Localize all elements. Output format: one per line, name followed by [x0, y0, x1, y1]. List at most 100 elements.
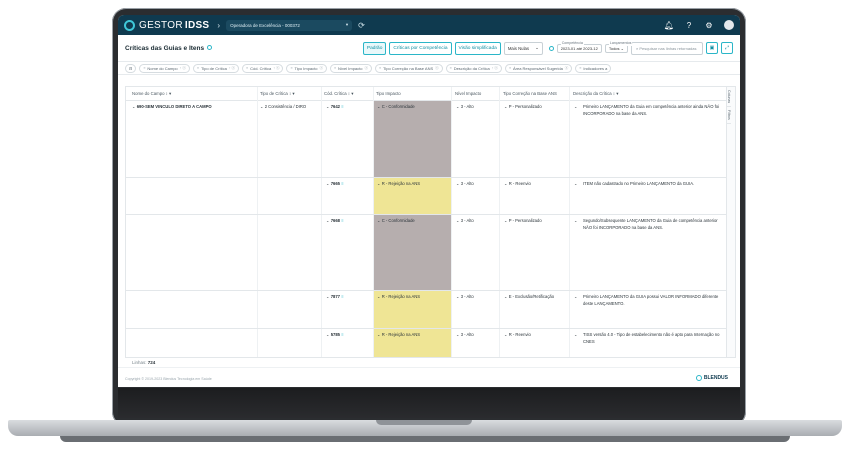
- column-divider: [373, 87, 374, 357]
- search-placeholder: Pesquisar nas linhas retornadas: [639, 45, 697, 51]
- cell-descricao[interactable]: ⌄ TISS versão 4.0 - Tipo de estabelecimen…: [574, 331, 724, 345]
- cell-descricao[interactable]: ⌄ Primeiro LANÇAMENTO da GUIA possui VALO…: [574, 293, 724, 307]
- lancamentos-value: Todos: [608, 45, 620, 51]
- sort-select-value: Mais Nulas: [507, 45, 530, 51]
- column-divider: [569, 87, 570, 357]
- column-divider: [499, 87, 500, 357]
- row-divider: [126, 214, 726, 215]
- cell-tipo-correcao[interactable]: ⌄ P - Personalizado: [504, 103, 568, 110]
- app-logo[interactable]: GESTOR IDSS: [124, 19, 210, 31]
- cell-cod-critica[interactable]: ⌄ 5785 ≡: [326, 331, 344, 338]
- lancamentos-field[interactable]: Lançamentos Todos ⌄: [604, 40, 633, 53]
- logo-text: GESTOR: [139, 19, 183, 31]
- copyright-text: Copyright © 2019-2023 Blendus Tecnologia…: [125, 377, 212, 381]
- cell-nivel-impacto[interactable]: ⌄ 3 - Alto: [456, 103, 474, 110]
- filter-chip-descricao[interactable]: ≡ Descrição da Crítica ↑ ⓧ: [445, 63, 502, 73]
- filter-menu-icon[interactable]: ⊟: [125, 63, 137, 73]
- column-divider: [451, 87, 452, 357]
- cell-cod-critica[interactable]: ⌄ 7642 ≡: [326, 103, 344, 110]
- top-bar: GESTOR IDSS › Operadora de Excelência - 0…: [118, 15, 740, 35]
- expand-icon[interactable]: ⤢: [721, 42, 733, 54]
- cell-nivel-impacto[interactable]: ⌄ 3 - Alto: [456, 293, 474, 300]
- filter-chip-tipo-impacto[interactable]: ≡ Tipo Impacto ⓧ: [286, 63, 327, 73]
- lancamentos-label: Lançamentos: [608, 40, 633, 46]
- settings-icon[interactable]: ⚙: [704, 20, 714, 30]
- chevron-right-icon: ›: [217, 20, 221, 30]
- filter-chip-tipo-critica[interactable]: ≡ Tipo de Crítica ↑ ⓧ: [192, 63, 240, 73]
- laptop-notch: [376, 420, 472, 425]
- cell-nivel-impacto[interactable]: ⌄ 3 - Alto: [456, 180, 474, 187]
- export-icon[interactable]: ▣: [706, 42, 718, 54]
- tab-colunas[interactable]: Colunas: [727, 87, 731, 108]
- cell-nivel-impacto[interactable]: ⌄ 3 - Alto: [456, 217, 474, 224]
- chevron-down-icon: ⌄: [132, 104, 136, 109]
- filter-chip-indicadores[interactable]: ≡ Indicadores a: [575, 63, 612, 73]
- cell-tipo-impacto[interactable]: ⌄ R - Rejeição na ANS: [377, 331, 449, 338]
- info-icon[interactable]: [548, 45, 554, 51]
- row-divider: [126, 328, 726, 329]
- sort-select[interactable]: Mais Nulas ⌄: [503, 41, 543, 55]
- page-header: Críticas das Guias e Itens Padrão Crític…: [118, 35, 740, 62]
- cell-descricao[interactable]: ⌄ Segundo/Subsequente LANÇAMENTO da Guia …: [574, 217, 724, 231]
- brand-logo: BLENDUS: [695, 375, 728, 381]
- row-divider: [126, 177, 726, 178]
- user-avatar[interactable]: [724, 20, 734, 30]
- side-panel-tabs: Colunas Filtros: [726, 86, 736, 358]
- filter-chip-nivel-impacto[interactable]: ≡ Nível Impacto ⓧ: [329, 63, 372, 73]
- filter-bar: ⊟ ≡ Nome do Campo ↑ ⓧ ≡ Tipo de Crítica ↑ ⓧ …: [118, 62, 740, 75]
- cell-cod-critica[interactable]: ⌄ 7877 ≡: [326, 293, 344, 300]
- column-divider: [321, 87, 322, 357]
- row-count: Linhas: 724: [132, 360, 156, 365]
- column-header-descricao[interactable]: Descrição da Crítica ↕ ▾: [573, 87, 618, 100]
- view-button-padrao[interactable]: Padrão: [362, 41, 387, 55]
- view-button-competencia[interactable]: Críticas por Competência: [389, 41, 452, 55]
- filter-chip-area[interactable]: ≡ Área Responsável Sugerida ⓧ: [504, 63, 573, 73]
- top-bar-actions: 🔔︎ ? ⚙: [664, 20, 734, 30]
- row-divider: [126, 290, 726, 291]
- column-header-cod-critica[interactable]: Cód. Crítica ↕ ▾: [324, 87, 353, 100]
- view-button-simplificada[interactable]: Visão simplificada: [454, 41, 501, 55]
- tab-filtros[interactable]: Filtros: [727, 107, 731, 124]
- cell-cod-critica[interactable]: ⌄ 7668 ≡: [326, 217, 344, 224]
- chevron-down-icon: ▾: [345, 22, 349, 27]
- column-divider: [257, 87, 258, 357]
- operator-select-value: Operadora de Excelência - 000372: [230, 22, 300, 28]
- filter-chip-nome-campo[interactable]: ≡ Nome do Campo ↑ ⓧ: [139, 63, 190, 73]
- cell-tipo-correcao[interactable]: ⌄ E - Exclusão/Retificação: [504, 293, 568, 300]
- cell-tipo-correcao[interactable]: ⌄ R - Reenvio: [504, 180, 568, 187]
- cell-tipo-correcao[interactable]: ⌄ P - Personalizado: [504, 217, 568, 224]
- sync-icon[interactable]: ⟳: [358, 21, 365, 30]
- cell-descricao[interactable]: ⌄ ITEM não cadastrado no Primeiro LANÇAME…: [574, 180, 724, 187]
- column-header-tipo-impacto[interactable]: Tipo Impacto: [376, 87, 401, 100]
- cell-tipo-impacto[interactable]: ⌄ C - Conformidade: [377, 217, 449, 224]
- competencia-field[interactable]: Competência 2023-01 até 2023-12: [556, 40, 602, 53]
- info-icon[interactable]: [207, 45, 213, 51]
- column-header-tipo-correcao[interactable]: Tipo Correção na Base ANS: [503, 87, 557, 100]
- cell-tipo-critica[interactable]: ⌄ 2 Consistência / DIRO: [260, 103, 320, 110]
- page-title: Críticas das Guias e Itens: [125, 45, 213, 52]
- laptop-shadow: [60, 436, 790, 442]
- impact-cell-fill-0: [373, 101, 451, 177]
- search-input[interactable]: ⌕ Pesquisar nas linhas retornadas: [631, 41, 703, 55]
- cell-nome-campo[interactable]: ⌄ 690-SEM VINCULO DIRETO A CAMPO: [132, 103, 256, 110]
- cell-nivel-impacto[interactable]: ⌄ 3 - Alto: [456, 331, 474, 338]
- competencia-label: Competência: [560, 40, 584, 46]
- cell-tipo-impacto[interactable]: ⌄ R - Rejeição na ANS: [377, 293, 449, 300]
- cell-tipo-impacto[interactable]: ⌄ R - Rejeição na ANS: [377, 180, 449, 187]
- cell-cod-critica[interactable]: ⌄ 7665 ≡: [326, 180, 344, 187]
- filter-chip-cod-critica[interactable]: ≡ Cód. Crítica ↑ ⓧ: [242, 63, 284, 73]
- bell-icon[interactable]: 🔔︎: [664, 20, 674, 30]
- cell-tipo-correcao[interactable]: ⌄ R - Reenvio: [504, 331, 568, 338]
- chevron-down-icon: ⌄: [535, 45, 539, 50]
- cell-tipo-impacto[interactable]: ⌄ C - Conformidade: [377, 103, 449, 110]
- operator-select[interactable]: Operadora de Excelência - 000372 ▾: [226, 19, 353, 31]
- column-header-tipo-critica[interactable]: Tipo de Crítica ↕ ▾: [260, 87, 294, 100]
- cell-descricao[interactable]: ⌄ Primeiro LANÇAMENTO da Guia em competên…: [574, 103, 724, 117]
- filter-chip-tipo-correcao[interactable]: ≡ Tipo Correção na Base ANS ⓧ: [374, 63, 443, 73]
- column-header-nome-campo[interactable]: Nome do Campo ↕ ▾: [132, 87, 171, 100]
- brand-logo-icon: [695, 375, 702, 381]
- column-header-nivel-impacto[interactable]: Nível Impacto: [455, 87, 481, 100]
- footer-divider: [118, 367, 740, 368]
- logo-bold-text: IDSS: [184, 19, 210, 31]
- help-icon[interactable]: ?: [684, 20, 694, 30]
